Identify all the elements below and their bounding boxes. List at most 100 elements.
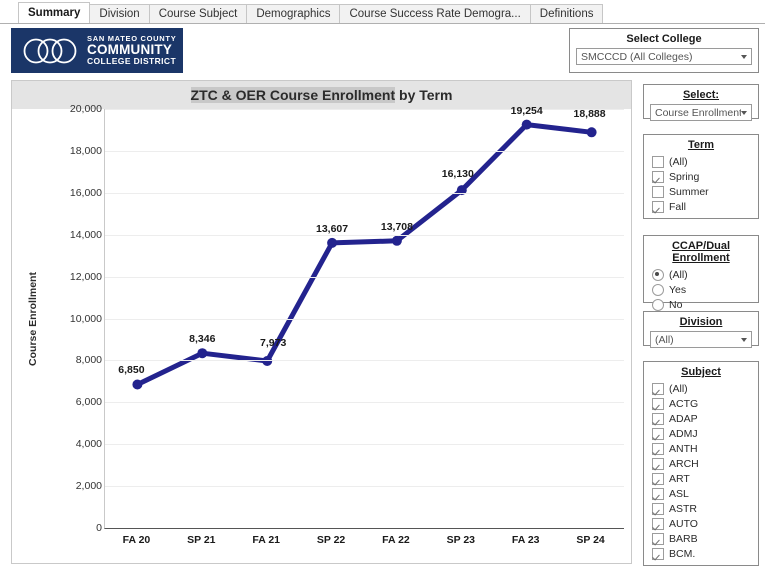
checkbox-row[interactable]: Summer (644, 184, 758, 199)
option-label: (All) (669, 268, 688, 281)
x-tick-label: SP 22 (316, 534, 346, 546)
checkbox-row[interactable]: (All) (644, 154, 758, 169)
data-point-label: 13,607 (316, 222, 349, 235)
checkbox-icon[interactable] (652, 472, 664, 485)
measure-dropdown-value: Course Enrollment (655, 106, 741, 119)
checkbox-row[interactable]: ARCH (644, 456, 758, 471)
checkbox-icon[interactable] (652, 487, 664, 500)
checkbox-icon[interactable] (652, 155, 664, 168)
gridline (105, 486, 624, 488)
option-label: Spring (669, 170, 700, 183)
gridline (105, 109, 624, 110)
checkbox-icon[interactable] (652, 412, 664, 425)
checkbox-row[interactable]: AUTO (644, 516, 758, 531)
radio-icon[interactable] (652, 268, 664, 281)
option-label: AUTO (669, 517, 698, 530)
checkbox-row[interactable]: BCM. (644, 546, 758, 561)
checkbox-icon[interactable] (652, 547, 664, 560)
radio-row[interactable]: Yes (644, 282, 758, 297)
data-point-marker[interactable] (586, 127, 597, 138)
three-rings-icon (23, 38, 77, 63)
checkbox-icon[interactable] (652, 457, 664, 470)
division-dropdown[interactable]: (All) (650, 331, 752, 348)
college-dropdown-value: SMCCCD (All Colleges) (581, 50, 693, 63)
select-measure-title: Select: (682, 89, 720, 101)
radio-icon[interactable] (652, 283, 664, 296)
measure-dropdown[interactable]: Course Enrollment (650, 104, 752, 121)
y-tick-label: 16,000 (69, 186, 102, 199)
radio-icon[interactable] (652, 298, 664, 311)
gridline (105, 360, 624, 362)
data-point-marker[interactable] (197, 348, 208, 359)
checkbox-row[interactable]: (All) (644, 381, 758, 396)
radio-row[interactable]: No (644, 297, 758, 312)
term-filter-title: Term (687, 139, 715, 151)
checkbox-row[interactable]: BARB (644, 531, 758, 546)
chart-title-rest: by Term (395, 87, 453, 103)
option-label: BCM. (669, 547, 696, 560)
select-college-title: Select College (626, 33, 702, 45)
option-label: ADMJ (669, 427, 698, 440)
x-tick-label: SP 21 (187, 534, 216, 546)
checkbox-icon[interactable] (652, 200, 664, 213)
checkbox-icon[interactable] (652, 382, 664, 395)
x-tick-label: FA 21 (252, 534, 280, 546)
y-tick-label: 8,000 (75, 354, 102, 367)
division-filter-panel: Division (All) (643, 311, 759, 348)
option-label: ASTR (669, 502, 698, 515)
college-dropdown[interactable]: SMCCCD (All Colleges) (576, 48, 752, 65)
checkbox-row[interactable]: ADMJ (644, 426, 758, 441)
option-label: BARB (669, 532, 698, 545)
chart-title-highlight: ZTC & OER Course Enrollment (190, 87, 396, 103)
x-tick-label: FA 22 (382, 534, 410, 546)
checkbox-row[interactable]: ART (644, 471, 758, 486)
y-tick-label: 14,000 (69, 228, 102, 241)
checkbox-icon[interactable] (652, 427, 664, 440)
checkbox-row[interactable]: Spring (644, 169, 758, 184)
checkbox-row[interactable]: ADAP (644, 411, 758, 426)
y-tick-label: 2,000 (75, 480, 102, 493)
checkbox-row[interactable]: ANTH (644, 441, 758, 456)
radio-row[interactable]: (All) (644, 267, 758, 282)
gridline (105, 402, 624, 404)
tab-summary[interactable]: Summary (18, 2, 91, 23)
chart-panel: ZTC & OER Course Enrollment by Term Cour… (11, 80, 632, 564)
option-label: ACTG (669, 397, 699, 410)
select-measure-panel: Select: Course Enrollment (643, 84, 759, 121)
checkbox-row[interactable]: Fall (644, 199, 758, 214)
checkbox-icon[interactable] (652, 442, 664, 455)
x-tick-label: SP 24 (576, 534, 605, 546)
option-label: ANTH (669, 442, 698, 455)
tab-course-success-rate-demogra[interactable]: Course Success Rate Demogra... (339, 4, 531, 23)
option-label: Summer (669, 185, 709, 198)
data-point-marker[interactable] (521, 119, 532, 130)
checkbox-row[interactable]: ASTR (644, 501, 758, 516)
checkbox-icon[interactable] (652, 185, 664, 198)
data-point-marker[interactable] (391, 235, 402, 246)
checkbox-icon[interactable] (652, 502, 664, 515)
ccap-filter-panel: CCAP/Dual Enrollment (All) Yes No (643, 235, 759, 311)
checkbox-icon[interactable] (652, 517, 664, 530)
data-point-marker[interactable] (327, 237, 338, 248)
tab-definitions[interactable]: Definitions (529, 4, 604, 23)
subject-filter-panel[interactable]: Subject (All) ACTG ADAP ADMJ ANTH ARCH ART ASL A… (643, 361, 759, 566)
tab-demographics[interactable]: Demographics (246, 4, 341, 23)
district-logo: SAN MATEO COUNTY COMMUNITY COLLEGE DISTR… (11, 28, 183, 73)
checkbox-icon[interactable] (652, 532, 664, 545)
y-axis-ticks: 20,000 18,000 16,000 14,000 12,000 10,000 8,00… (42, 103, 102, 534)
tab-division[interactable]: Division (89, 4, 150, 23)
subject-filter-title: Subject (681, 366, 721, 378)
checkbox-icon[interactable] (652, 397, 664, 410)
checkbox-icon[interactable] (652, 170, 664, 183)
checkbox-row[interactable]: ACTG (644, 396, 758, 411)
ccap-radio-list: (All) Yes No (644, 267, 758, 312)
data-point-marker[interactable] (132, 379, 143, 390)
checkbox-row[interactable]: ASL (644, 486, 758, 501)
plot-wrapper: Course Enrollment 20,000 18,000 16,000 14,0… (12, 103, 631, 563)
logo-line-district: COLLEGE DISTRICT (87, 56, 177, 66)
y-tick-label: 4,000 (75, 438, 102, 451)
tab-course-subject[interactable]: Course Subject (148, 4, 248, 23)
y-tick-label: 10,000 (69, 312, 102, 325)
x-tick-label: FA 23 (511, 534, 540, 546)
gridline (105, 444, 624, 446)
